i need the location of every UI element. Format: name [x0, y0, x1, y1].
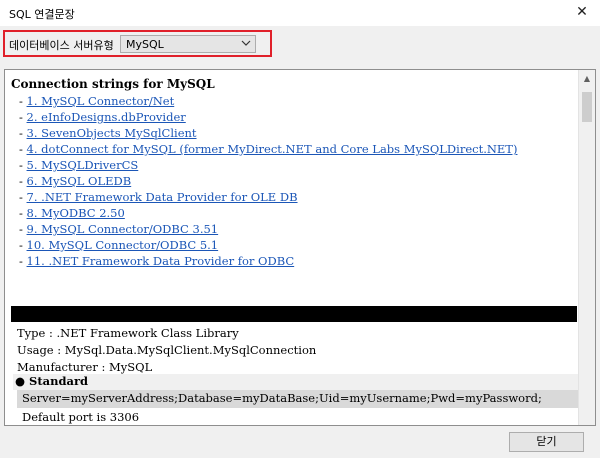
close-button[interactable]: 닫기	[509, 432, 584, 452]
list-item: - 11. .NET Framework Data Provider for O…	[19, 254, 295, 268]
chevron-down-icon	[241, 40, 251, 46]
scroll-up-icon[interactable]: ▲	[579, 70, 595, 87]
db-type-select[interactable]: MySQL	[120, 35, 256, 53]
provider-link[interactable]: 7. .NET Framework Data Provider for OLE …	[27, 190, 298, 204]
list-item: - 5. MySQLDriverCS	[19, 158, 139, 172]
content-heading: Connection strings for MySQL	[11, 77, 215, 91]
standard-label: Standard	[29, 374, 89, 388]
provider-link[interactable]: 4. dotConnect for MySQL (former MyDirect…	[27, 142, 518, 156]
standard-section-header: ● Standard	[13, 374, 579, 390]
vertical-scrollbar[interactable]: ▲	[578, 70, 595, 425]
scroll-thumb[interactable]	[582, 92, 592, 122]
provider-link[interactable]: 6. MySQL OLEDB	[27, 174, 132, 188]
section-header-bar	[11, 306, 577, 322]
db-type-label: 데이터베이스 서버유형	[9, 39, 114, 52]
db-type-selected-value: MySQL	[126, 38, 164, 51]
title-bar: SQL 연결문장 ✕	[0, 0, 600, 26]
close-icon[interactable]: ✕	[570, 2, 594, 22]
list-item: - 6. MySQL OLEDB	[19, 174, 132, 188]
bullet-icon: ●	[15, 374, 26, 388]
provider-link[interactable]: 3. SevenObjects MySqlClient	[27, 126, 197, 140]
provider-link[interactable]: 11. .NET Framework Data Provider for ODB…	[27, 254, 295, 268]
provider-link[interactable]: 9. MySQL Connector/ODBC 3.51	[27, 222, 219, 236]
usage-line: Usage : MySql.Data.MySqlClient.MySqlConn…	[17, 343, 317, 357]
connection-string: Server=myServerAddress;Database=myDataBa…	[17, 390, 579, 408]
list-item: - 3. SevenObjects MySqlClient	[19, 126, 197, 140]
list-item: - 9. MySQL Connector/ODBC 3.51	[19, 222, 219, 236]
default-port-note: Default port is 3306	[22, 410, 140, 424]
manufacturer-line: Manufacturer : MySQL	[17, 360, 153, 374]
list-item: - 1. MySQL Connector/Net	[19, 94, 175, 108]
db-type-group: 데이터베이스 서버유형 MySQL	[3, 30, 272, 57]
provider-link-list: - 1. MySQL Connector/Net - 2. eInfoDesig…	[19, 94, 517, 270]
provider-link[interactable]: 2. eInfoDesigns.dbProvider	[27, 110, 186, 124]
list-item: - 7. .NET Framework Data Provider for OL…	[19, 190, 298, 204]
list-item: - 2. eInfoDesigns.dbProvider	[19, 110, 186, 124]
window-title: SQL 연결문장	[9, 8, 75, 21]
connection-strings-view[interactable]: Connection strings for MySQL - 1. MySQL …	[4, 69, 596, 426]
list-item: - 8. MyODBC 2.50	[19, 206, 125, 220]
provider-link[interactable]: 5. MySQLDriverCS	[27, 158, 139, 172]
provider-link[interactable]: 1. MySQL Connector/Net	[27, 94, 175, 108]
type-line: Type : .NET Framework Class Library	[17, 326, 239, 340]
provider-link[interactable]: 8. MyODBC 2.50	[27, 206, 125, 220]
list-item: - 4. dotConnect for MySQL (former MyDire…	[19, 142, 518, 156]
list-item: - 10. MySQL Connector/ODBC 5.1	[19, 238, 219, 252]
provider-link[interactable]: 10. MySQL Connector/ODBC 5.1	[27, 238, 219, 252]
